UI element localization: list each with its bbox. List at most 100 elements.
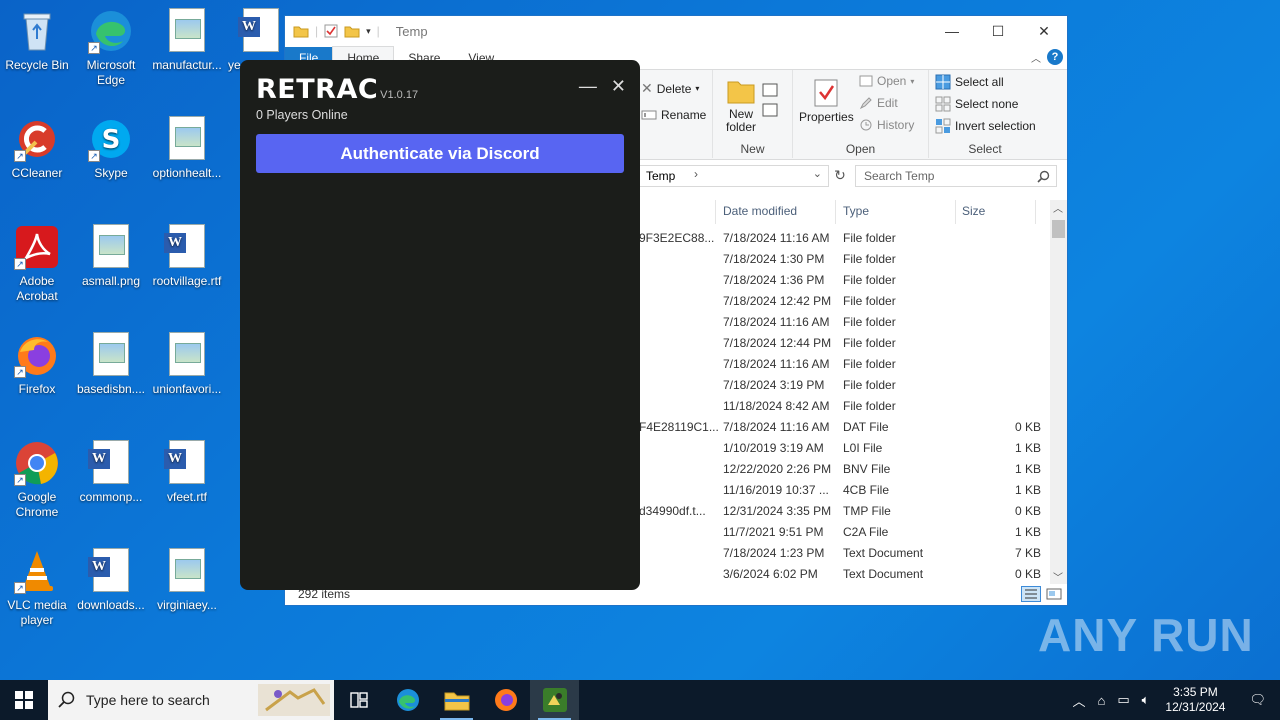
volume-icon[interactable]: 🔈︎ [1136, 692, 1156, 708]
desktop-icon-downloads[interactable]: W downloads... [74, 548, 148, 613]
desktop-icon-label: Google Chrome [15, 490, 59, 519]
file-size: 1 KB [1014, 441, 1041, 455]
recycle-bin-icon [14, 8, 60, 54]
column-date-modified[interactable]: Date modified [723, 204, 797, 218]
refresh-icon[interactable]: ↻ [829, 167, 851, 184]
minimize-icon[interactable]: — [579, 76, 597, 97]
file-type: File folder [843, 399, 896, 413]
minimize-icon[interactable]: — [929, 16, 975, 46]
ribbon-group-new: New folder New [713, 70, 793, 158]
scroll-down-icon[interactable]: ﹀ [1053, 569, 1063, 584]
file-size: 1 KB [1014, 525, 1041, 539]
taskbar-edge[interactable] [383, 680, 432, 720]
desktop-icon-label: basedisbn.... [76, 382, 146, 396]
authenticate-discord-button[interactable]: Authenticate via Discord [256, 134, 624, 173]
title-bar[interactable]: | ▾ | Temp — ☐ ✕ [285, 16, 1067, 46]
file-type: File folder [843, 378, 896, 392]
ethernet-icon[interactable]: ▭ [1111, 692, 1135, 708]
retrac-brand: RETRAC V1.0.17 [256, 74, 418, 105]
desktop-icon-google-chrome[interactable]: ↗ Google Chrome [0, 440, 74, 520]
skype-icon: S ↗ [88, 116, 134, 162]
desktop-icon-unionfavori[interactable]: unionfavori... [150, 332, 224, 397]
breadcrumb-current[interactable]: Temp [646, 169, 675, 183]
taskbar-retrac-launcher[interactable] [530, 680, 579, 720]
quick-access-toolbar: | ▾ | [293, 24, 380, 38]
open-button[interactable]: Open ▾ [859, 74, 914, 88]
maximize-icon[interactable]: ☐ [975, 16, 1021, 46]
file-date: 1/10/2019 3:19 AM [723, 441, 824, 455]
details-view-icon[interactable] [1021, 586, 1041, 602]
new-folder-button[interactable]: New folder [719, 76, 763, 134]
scroll-up-icon[interactable]: ︿ [1053, 200, 1063, 215]
select-none-icon [935, 96, 951, 112]
properties-check-icon[interactable] [324, 24, 338, 38]
search-input[interactable]: Search Temp [864, 169, 934, 183]
rename-button[interactable]: Rename [641, 108, 706, 122]
ccleaner-icon: ↗ [14, 116, 60, 162]
desktop-icon-recycle-bin[interactable]: Recycle Bin [0, 8, 74, 73]
desktop-icon-basedisbn[interactable]: basedisbn.... [74, 332, 148, 397]
chrome-icon: ↗ [14, 440, 60, 486]
task-view-button[interactable] [334, 680, 383, 720]
search-input[interactable]: Type here to search [86, 692, 210, 708]
file-date: 7/18/2024 1:30 PM [723, 252, 825, 266]
start-button[interactable] [0, 680, 48, 720]
chevron-down-icon: ▾ [695, 84, 700, 93]
desktop-icon-commonp[interactable]: W commonp... [74, 440, 148, 505]
chevron-right-icon[interactable]: › [694, 167, 698, 181]
desktop-icon-vlc[interactable]: ↗ VLC media player [0, 548, 74, 628]
scrollbar-thumb[interactable] [1052, 220, 1065, 238]
desktop-icon-firefox[interactable]: ↗ Firefox [0, 332, 74, 397]
close-icon[interactable]: ✕ [1021, 16, 1067, 46]
file-explorer-icon [444, 692, 469, 711]
desktop-icon-asmall[interactable]: asmall.png [74, 224, 148, 289]
taskbar-firefox[interactable] [481, 680, 530, 720]
history-button[interactable]: History [859, 118, 914, 132]
desktop-icon-microsoft-edge[interactable]: ↗ Microsoft Edge [74, 8, 148, 88]
delete-button[interactable]: ✕ Delete ▾ [641, 80, 699, 97]
search-box[interactable]: Search Temp [855, 165, 1057, 187]
retrac-launcher-window[interactable]: RETRAC V1.0.17 0 Players Online — ✕ Auth… [240, 60, 640, 590]
select-none-button[interactable]: Select none [935, 96, 1018, 112]
chevron-down-icon[interactable]: ▾ [366, 26, 371, 37]
file-size: 1 KB [1014, 462, 1041, 476]
word-file-icon: W [238, 8, 282, 54]
edit-button[interactable]: Edit [859, 96, 898, 110]
taskbar-search[interactable]: Type here to search [48, 680, 334, 720]
file-size: 1 KB [1014, 483, 1041, 497]
file-type: File folder [843, 294, 896, 308]
desktop-icon-vfeet[interactable]: W vfeet.rtf [150, 440, 224, 505]
file-type: File folder [843, 315, 896, 329]
select-all-button[interactable]: Select all [935, 74, 1004, 90]
clock[interactable]: 3:35 PM 12/31/2024 [1155, 685, 1235, 715]
large-icons-view-icon[interactable] [1045, 586, 1063, 602]
vertical-scrollbar[interactable]: ︿ ﹀ [1050, 200, 1067, 584]
ribbon-collapse-icon[interactable]: ︿ [1031, 50, 1041, 65]
file-type: File folder [843, 273, 896, 287]
desktop-icon-optionhealt[interactable]: optionhealt... [150, 116, 224, 181]
desktop-icon-label: vfeet.rtf [166, 490, 207, 504]
column-type[interactable]: Type [843, 204, 869, 218]
network-icon[interactable]: ⌂ [1091, 693, 1111, 708]
new-item-icon[interactable] [761, 82, 785, 122]
system-tray: ︿ ⌂ ▭ 🔈︎ 3:35 PM 12/31/2024 🗨︎ [1066, 680, 1280, 720]
desktop-icon-virginiaey[interactable]: virginiaey... [150, 548, 224, 613]
desktop-icon-adobe-acrobat[interactable]: ↗ Adobe Acrobat [0, 224, 74, 304]
properties-button[interactable]: Properties [799, 78, 854, 124]
invert-selection-button[interactable]: Invert selection [935, 118, 1036, 134]
new-folder-icon[interactable] [344, 24, 360, 38]
notification-center-icon[interactable]: 🗨︎ [1235, 692, 1280, 708]
help-icon[interactable]: ? [1047, 49, 1063, 65]
desktop-icon-skype[interactable]: S ↗ Skype [74, 116, 148, 181]
column-size[interactable]: Size [962, 204, 985, 218]
show-hidden-icons-icon[interactable]: ︿ [1066, 691, 1091, 710]
taskbar-file-explorer[interactable] [432, 680, 481, 720]
shortcut-arrow-icon: ↗ [88, 150, 100, 162]
address-dropdown-icon[interactable]: ⌄ [813, 167, 822, 180]
desktop-icon-rootvillage[interactable]: W rootvillage.rtf [150, 224, 224, 289]
close-icon[interactable]: ✕ [611, 76, 626, 97]
file-size: 0 KB [1014, 504, 1041, 518]
desktop-icon-ccleaner[interactable]: ↗ CCleaner [0, 116, 74, 181]
shortcut-arrow-icon: ↗ [14, 366, 26, 378]
desktop-icon-manufactur[interactable]: manufactur... [150, 8, 224, 73]
